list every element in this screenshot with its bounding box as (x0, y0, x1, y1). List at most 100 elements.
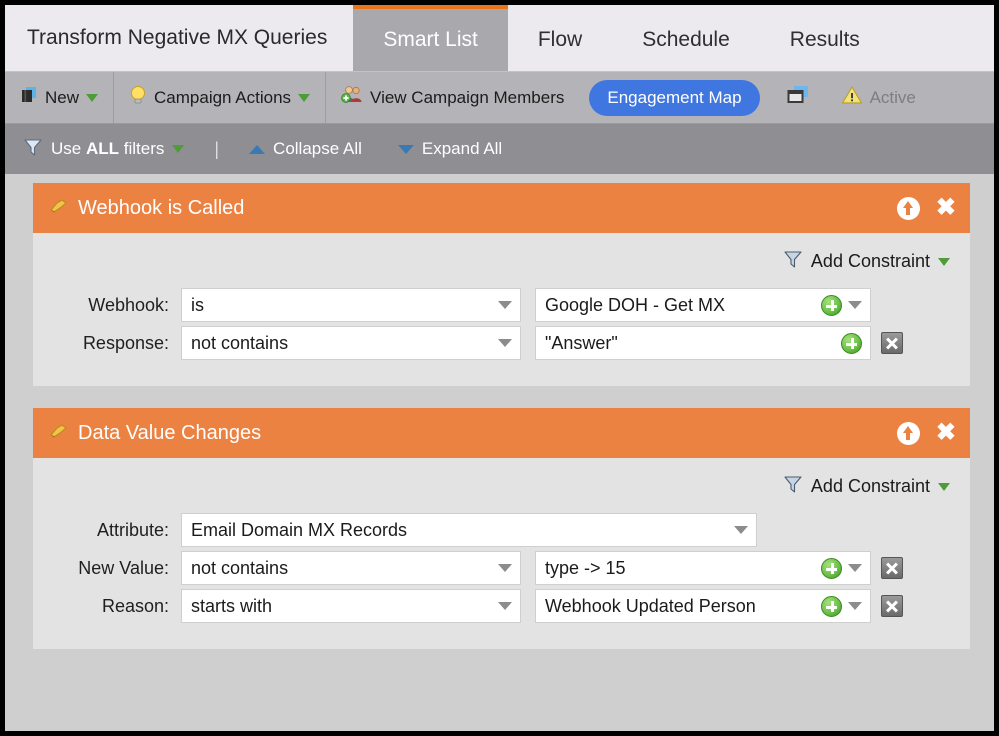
chevron-down-icon[interactable] (498, 602, 512, 610)
chevron-down-icon[interactable] (848, 564, 862, 572)
add-constraint-button[interactable]: Add Constraint (783, 249, 950, 274)
warning-triangle-icon (841, 85, 863, 110)
campaign-actions-label: Campaign Actions (154, 88, 291, 108)
use-filters-prefix: Use (51, 139, 86, 158)
chevron-down-icon[interactable] (172, 145, 184, 153)
filter-panel-header: Webhook is Called✖ (33, 183, 970, 233)
filter-row: Response: not contains "Answer" (51, 326, 952, 360)
tab-label: Smart List (383, 28, 478, 52)
chevron-down-icon[interactable] (848, 602, 862, 610)
close-x-icon: ✖ (936, 421, 956, 445)
pencil-icon (49, 197, 69, 220)
plus-circle-icon[interactable] (821, 558, 842, 579)
use-filters-strong: ALL (86, 139, 119, 158)
people-icon (341, 85, 363, 110)
tab-smart-list[interactable]: Smart List (353, 5, 508, 71)
add-constraint-row: Add Constraint (51, 245, 952, 288)
chevron-down-icon[interactable] (848, 301, 862, 309)
status-label: Active (870, 88, 916, 108)
collapse-all-label: Collapse All (273, 139, 362, 159)
remove-filter-row-button[interactable] (881, 595, 903, 617)
funnel-icon (783, 249, 803, 274)
chevron-down-icon[interactable] (498, 301, 512, 309)
filter-operator-select[interactable]: is (181, 288, 521, 322)
campaign-tab-bar: Transform Negative MX Queries Smart List… (5, 5, 994, 72)
add-constraint-row: Add Constraint (51, 470, 952, 513)
remove-filter-row-button[interactable] (881, 332, 903, 354)
chevron-down-icon[interactable] (498, 564, 512, 572)
plus-circle-icon[interactable] (841, 333, 862, 354)
filter-operator-select[interactable]: starts with (181, 589, 521, 623)
expand-all-label: Expand All (422, 139, 502, 159)
filter-value-field[interactable]: type -> 15 (535, 551, 871, 585)
filter-panel: Data Value Changes ✖ Add Constraint Attribu… (33, 408, 970, 649)
use-all-filters-button[interactable]: Use ALL filters (5, 137, 202, 162)
filterbar-divider: | (202, 139, 231, 160)
filter-value-field[interactable]: Google DOH - Get MX (535, 288, 871, 322)
plus-circle-icon[interactable] (821, 295, 842, 316)
tab-results[interactable]: Results (760, 5, 890, 71)
plus-circle-icon[interactable] (821, 596, 842, 617)
filter-value-text: "Answer" (545, 333, 835, 354)
expand-all-button[interactable]: Expand All (380, 139, 520, 159)
filter-row: Attribute: Email Domain MX Records (51, 513, 952, 547)
close-panel-button[interactable]: ✖ (936, 421, 956, 445)
tab-schedule[interactable]: Schedule (612, 5, 760, 71)
funnel-icon (23, 137, 43, 162)
filter-row: Webhook:isGoogle DOH - Get MX (51, 288, 952, 322)
book-icon (20, 86, 38, 109)
collapse-all-button[interactable]: Collapse All (231, 139, 380, 159)
filter-operator-value: not contains (191, 333, 492, 354)
tab-label: Schedule (642, 28, 730, 52)
tab-flow[interactable]: Flow (508, 5, 612, 71)
filter-row-label: Attribute: (51, 520, 181, 541)
filter-panel-header: Data Value Changes ✖ (33, 408, 970, 458)
filter-value-field[interactable]: Webhook Updated Person (535, 589, 871, 623)
chevron-down-icon[interactable] (938, 258, 950, 266)
filter-value-text: Google DOH - Get MX (545, 295, 815, 316)
circle-up-arrow-icon (897, 422, 920, 445)
use-filters-text: Use ALL filters (51, 139, 164, 159)
filter-panel-body: Add Constraint Attribute: Email Domain MX … (33, 458, 970, 649)
filter-operator-value: Email Domain MX Records (191, 520, 728, 541)
page-title: Transform Negative MX Queries (5, 5, 353, 71)
filter-value-text: type -> 15 (545, 558, 815, 579)
chevron-down-icon[interactable] (86, 94, 98, 102)
filter-panel-title: Data Value Changes (78, 422, 261, 445)
tab-label: Flow (538, 28, 582, 52)
move-up-button[interactable] (897, 197, 920, 220)
filter-value-field[interactable]: "Answer" (535, 326, 871, 360)
chevron-down-icon[interactable] (498, 339, 512, 347)
move-up-button[interactable] (897, 422, 920, 445)
filter-toolbar: Use ALL filters | Collapse All Expand Al… (5, 124, 994, 174)
triangle-down-icon (398, 145, 414, 154)
filter-row-label: New Value: (51, 558, 181, 579)
tab-label: Results (790, 28, 860, 52)
use-filters-suffix: filters (119, 139, 164, 158)
application-window: Transform Negative MX Queries Smart List… (5, 5, 994, 731)
filter-value-text: Webhook Updated Person (545, 596, 815, 617)
filter-operator-select[interactable]: not contains (181, 551, 521, 585)
campaign-status: Active (826, 72, 931, 123)
funnel-icon (783, 474, 803, 499)
filter-panel-body: Add ConstraintWebhook:isGoogle DOH - Get… (33, 233, 970, 386)
view-members-label: View Campaign Members (370, 88, 564, 108)
remove-filter-row-button[interactable] (881, 557, 903, 579)
filter-operator-select[interactable]: Email Domain MX Records (181, 513, 757, 547)
add-constraint-button[interactable]: Add Constraint (783, 474, 950, 499)
campaign-actions-button[interactable]: Campaign Actions (114, 72, 325, 123)
filter-panel: Webhook is Called✖Add ConstraintWebhook:… (33, 183, 970, 386)
filter-row: Reason:starts withWebhook Updated Person (51, 589, 952, 623)
chevron-down-icon[interactable] (298, 94, 310, 102)
new-button[interactable]: New (5, 72, 113, 123)
chevron-down-icon[interactable] (734, 526, 748, 534)
view-campaign-members-button[interactable]: View Campaign Members (326, 72, 579, 123)
filter-operator-select[interactable]: not contains (181, 326, 521, 360)
engagement-map-button[interactable]: Engagement Map (589, 80, 759, 116)
close-panel-button[interactable]: ✖ (936, 196, 956, 220)
chevron-down-icon[interactable] (938, 483, 950, 491)
add-constraint-label: Add Constraint (811, 476, 930, 497)
filter-row-label: Response: (51, 333, 181, 354)
window-toggle-button[interactable] (770, 72, 826, 123)
filter-operator-value: not contains (191, 558, 492, 579)
